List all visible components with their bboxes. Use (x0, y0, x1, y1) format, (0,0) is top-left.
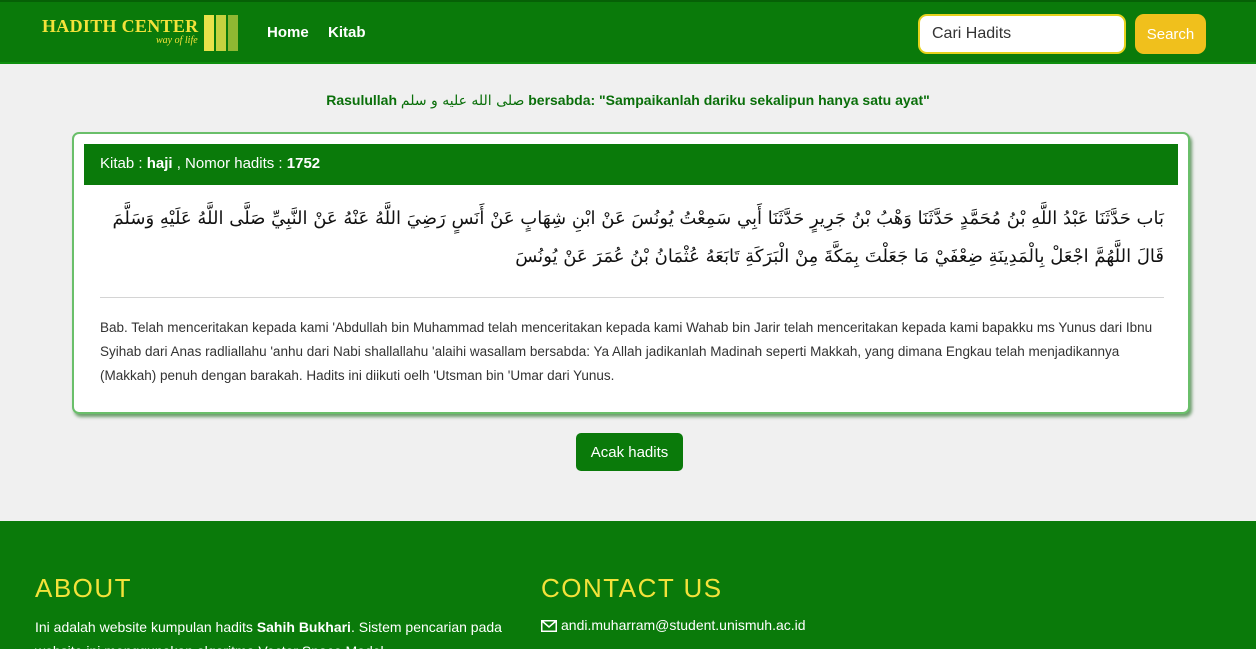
about-heading: ABOUT (35, 573, 133, 603)
quote-suffix: bersabda: "Sampaikanlah dariku sekalipun… (528, 92, 930, 108)
nomor-value: 1752 (286, 155, 321, 172)
footer: ABOUT CONTACT US Ini adalah website kump… (0, 521, 1256, 649)
hadith-card: Kitab : haji , Nomor hadits : 1752 بَاب … (72, 132, 1190, 414)
navbar: HADITH CENTER way of life Home Kitab Sea… (0, 0, 1256, 64)
contact-heading: CONTACT US (541, 573, 723, 603)
brand-name: HADITH CENTER (42, 16, 199, 36)
nav-link-kitab[interactable]: Kitab (328, 24, 366, 41)
search-input[interactable] (918, 14, 1126, 54)
random-hadith-button[interactable]: Acak hadits (576, 433, 683, 471)
brand-bars-icon (204, 15, 240, 51)
nomor-label: , Nomor hadits : (176, 155, 283, 172)
hadith-quote: Rasulullah صلى الله عليه و سلم bersabda:… (0, 92, 1256, 109)
brand-logo[interactable]: HADITH CENTER way of life (42, 14, 242, 54)
search-button[interactable]: Search (1135, 14, 1206, 54)
about-text: Ini adalah website kumpulan hadits Sahih… (35, 615, 525, 649)
nav-link-home[interactable]: Home (267, 24, 309, 41)
brand-tagline: way of life (156, 35, 198, 46)
hadith-arabic-text: بَاب حَدَّثَنَا عَبْدُ اللَّهِ بْنُ مُحَ… (112, 208, 1164, 267)
about-text-part-1: Ini adalah website kumpulan hadits (35, 619, 257, 635)
contact-email[interactable]: andi.muharram@student.unismuh.ac.id (561, 617, 806, 633)
quote-arabic: صلى الله عليه و سلم (400, 93, 525, 109)
kitab-value: haji (146, 155, 173, 172)
hadith-card-header: Kitab : haji , Nomor hadits : 1752 (84, 144, 1178, 185)
divider (100, 297, 1164, 298)
kitab-label: Kitab : (100, 155, 143, 172)
contact-email-row[interactable]: andi.muharram@student.unismuh.ac.id (541, 615, 806, 635)
quote-prefix: Rasulullah (326, 92, 397, 108)
hadith-translation: Bab. Telah menceritakan kepada kami 'Abd… (100, 320, 1153, 383)
about-text-bold: Sahih Bukhari (256, 619, 351, 635)
mail-icon (541, 620, 557, 632)
